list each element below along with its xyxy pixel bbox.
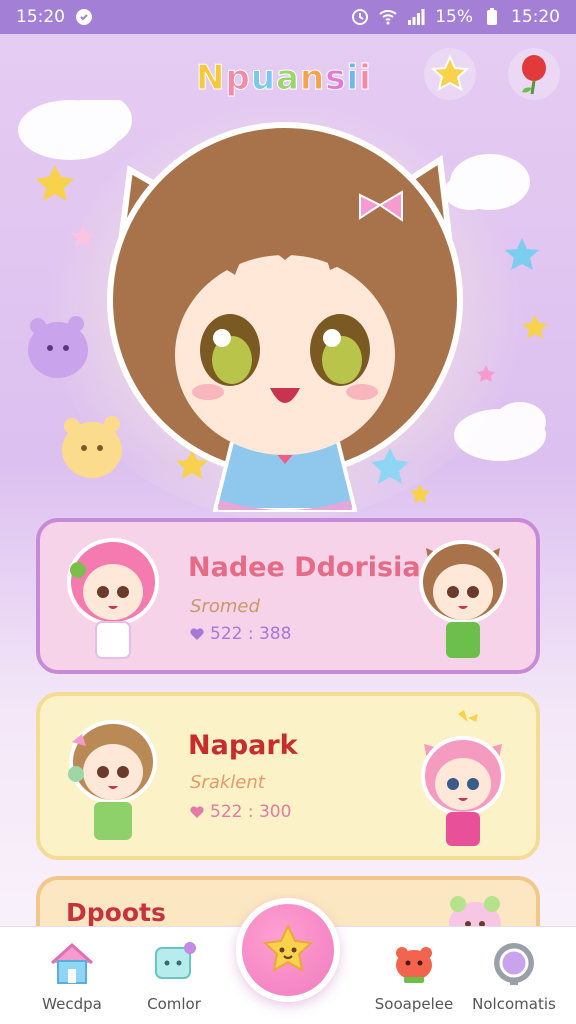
status-bar: 15:20 15% 15:20 xyxy=(0,0,576,34)
app-title-letter: p xyxy=(225,58,251,99)
notification-icon xyxy=(76,9,92,25)
star-fab-icon xyxy=(262,923,314,972)
alarm-icon xyxy=(352,9,369,25)
center-action-button[interactable] xyxy=(236,898,340,1002)
character-avatar-brown xyxy=(419,540,507,658)
nav-item-home[interactable]: Wecdpa xyxy=(22,937,122,1013)
app-title-letter: a xyxy=(276,58,300,99)
battery-icon xyxy=(487,8,497,25)
battery-percent: 15% xyxy=(435,7,473,27)
card-meta-value: 522 : 300 xyxy=(210,802,292,822)
star-button[interactable] xyxy=(424,48,476,100)
chat-icon xyxy=(155,942,196,979)
wifi-icon xyxy=(379,10,397,25)
nav-item-chat[interactable]: Comlor xyxy=(124,937,224,1013)
character-card-2[interactable]: Napark Sraklent 522 : 300 xyxy=(36,692,540,860)
yellow-plush xyxy=(62,416,122,478)
character-card-1[interactable]: Nadee Ddorisia Sromed 522 : 388 xyxy=(36,518,540,674)
card-title: Nadee Ddorisia xyxy=(188,552,421,583)
nav-label: Wecdpa xyxy=(42,995,102,1013)
balloon-icon xyxy=(522,55,546,95)
settings-icon xyxy=(494,943,534,985)
card-title: Napark xyxy=(188,730,298,761)
status-time-right: 15:20 xyxy=(511,7,560,27)
balloon-button[interactable] xyxy=(508,48,560,100)
app-title-letter: u xyxy=(250,58,277,99)
app-title-letter: n xyxy=(299,58,326,99)
app-title-letter: s xyxy=(325,58,347,99)
nav-item-settings[interactable]: Nolcomatis xyxy=(464,937,564,1013)
heart-icon xyxy=(396,947,432,983)
card-meta-value: 522 : 388 xyxy=(210,624,292,644)
hero-illustration xyxy=(18,100,548,520)
house-icon xyxy=(50,942,94,984)
nav-label: Nolcomatis xyxy=(472,995,556,1013)
status-time-left: 15:20 xyxy=(16,7,65,27)
character-avatar-light-brown xyxy=(68,720,157,840)
nav-item-favorites[interactable]: Sooapelee xyxy=(364,937,464,1013)
card-title: Dpoots xyxy=(66,898,166,927)
star-icon xyxy=(430,54,470,91)
nav-label: Comlor xyxy=(147,995,201,1013)
card-subtitle: Sromed xyxy=(190,596,260,617)
card-meta: 522 : 300 xyxy=(190,802,291,822)
card-meta: 522 : 388 xyxy=(190,624,291,644)
character-avatar-pink-cat xyxy=(421,710,505,846)
nav-label: Sooapelee xyxy=(374,995,454,1013)
app-title-letter: N xyxy=(195,58,226,99)
purple-plush xyxy=(28,316,88,378)
character-avatar-pink xyxy=(67,538,159,659)
app-title: Npuansii xyxy=(195,58,372,99)
app-title-letter: i xyxy=(346,58,360,99)
app-title-letter: i xyxy=(359,58,372,99)
signal-icon xyxy=(408,9,425,25)
heart-icon xyxy=(190,628,204,640)
heart-icon xyxy=(190,806,204,818)
card-subtitle: Sraklent xyxy=(190,772,265,793)
